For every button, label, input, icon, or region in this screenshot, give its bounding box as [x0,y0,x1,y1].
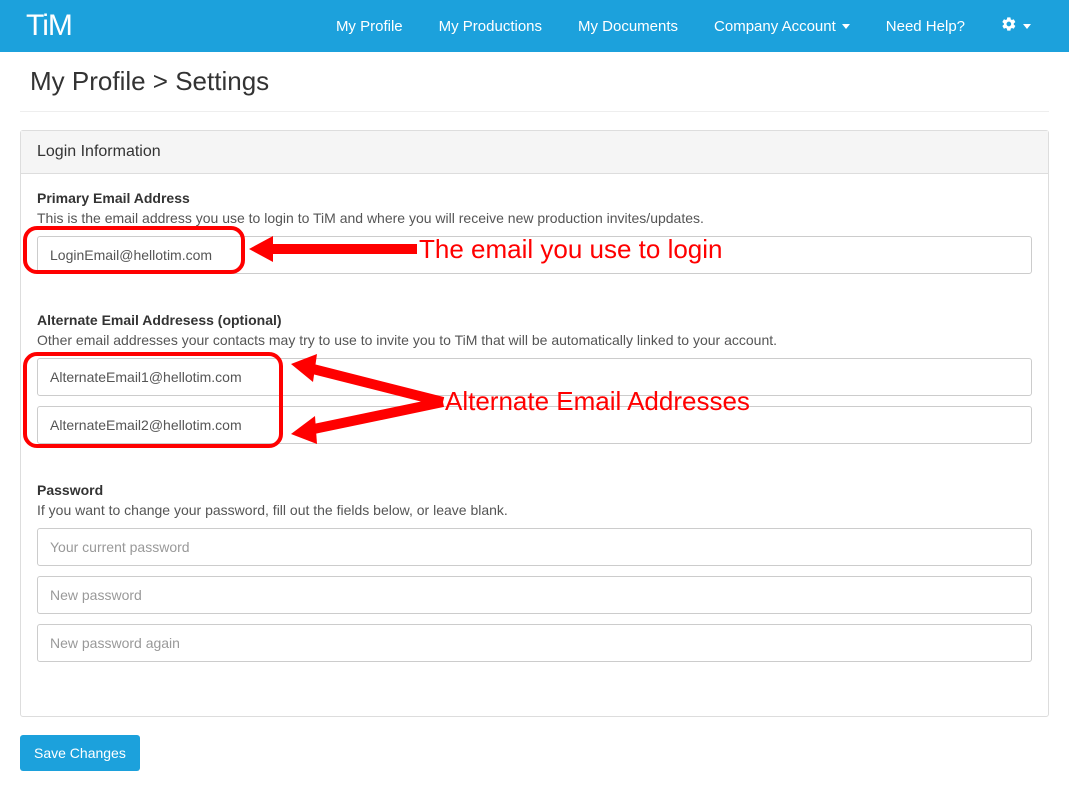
nav-my-documents[interactable]: My Documents [560,2,696,51]
nav-company-account[interactable]: Company Account [696,2,868,51]
logo[interactable]: TiM [26,9,72,43]
login-info-panel: Login Information Primary Email Address … [20,130,1049,717]
current-password-input[interactable] [37,528,1032,566]
primary-email-input[interactable] [37,236,1032,274]
nav-links: My Profile My Productions My Documents C… [318,0,1049,52]
chevron-down-icon [1023,24,1031,29]
alternate-email-1-input[interactable] [37,358,1032,396]
password-help: If you want to change your password, fil… [37,502,1032,518]
primary-email-section: Primary Email Address This is the email … [37,190,1032,284]
panel-body: Primary Email Address This is the email … [21,174,1048,716]
password-label: Password [37,482,1032,498]
nav-my-profile[interactable]: My Profile [318,2,421,51]
alternate-email-section: Alternate Email Addresess (optional) Oth… [37,312,1032,454]
breadcrumb: My Profile > Settings [20,56,1049,112]
save-changes-button[interactable]: Save Changes [20,735,140,771]
nav-my-productions[interactable]: My Productions [421,2,560,51]
alternate-email-help: Other email addresses your contacts may … [37,332,1032,348]
new-password-again-input[interactable] [37,624,1032,662]
gear-icon [1001,16,1017,36]
password-section: Password If you want to change your pass… [37,482,1032,672]
primary-email-help: This is the email address you use to log… [37,210,1032,226]
nav-company-account-label: Company Account [714,18,836,35]
primary-email-label: Primary Email Address [37,190,1032,206]
new-password-input[interactable] [37,576,1032,614]
alternate-email-label: Alternate Email Addresess (optional) [37,312,1032,328]
nav-settings-gear[interactable] [983,0,1049,52]
nav-need-help[interactable]: Need Help? [868,2,983,51]
alternate-email-2-input[interactable] [37,406,1032,444]
panel-title: Login Information [21,131,1048,174]
chevron-down-icon [842,24,850,29]
page: My Profile > Settings Login Information … [0,52,1069,791]
navbar: TiM My Profile My Productions My Documen… [0,0,1069,52]
